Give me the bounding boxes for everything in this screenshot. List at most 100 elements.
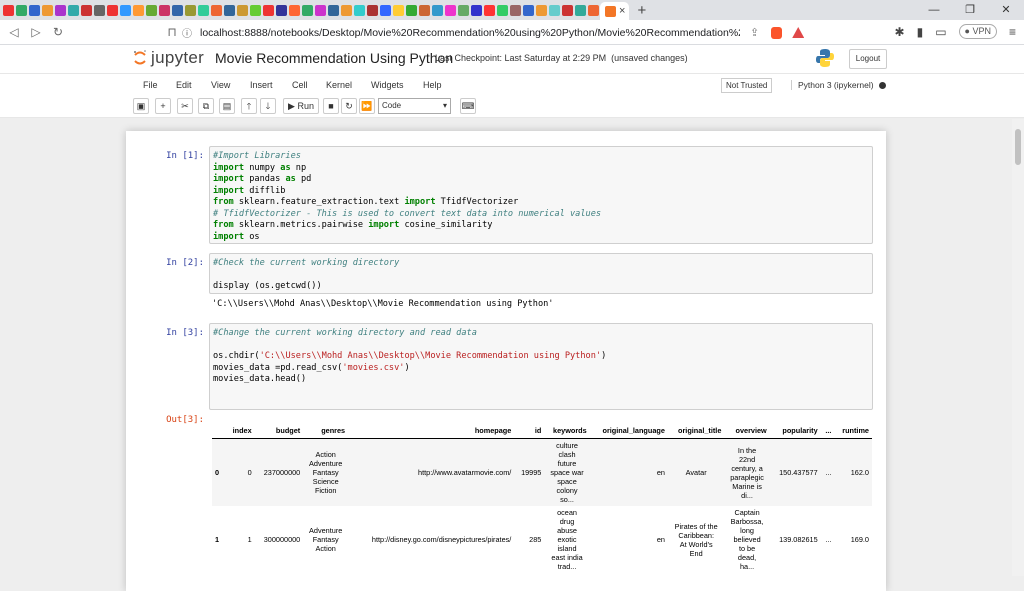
scrollbar-thumb[interactable] xyxy=(1015,129,1021,165)
tab-close-icon[interactable]: × xyxy=(619,5,625,17)
minimize-button[interactable]: — xyxy=(916,0,952,20)
col-header: original_title xyxy=(667,423,725,439)
tab-favicon-icon[interactable] xyxy=(328,4,339,16)
cell-type-select[interactable]: Code ▾ xyxy=(378,98,451,114)
maximize-button[interactable]: ❐ xyxy=(952,0,988,20)
tab-favicon-icon[interactable] xyxy=(16,4,27,16)
restart-button[interactable]: ↻ xyxy=(341,98,357,114)
brave-rewards-icon[interactable] xyxy=(792,27,805,38)
tab-favicon-icon[interactable] xyxy=(523,4,534,16)
tab-favicon-icon[interactable] xyxy=(484,4,495,16)
tab-favicon-icon[interactable] xyxy=(471,4,482,16)
page-scrollbar[interactable] xyxy=(1012,119,1024,576)
menu-kernel[interactable]: Kernel xyxy=(326,80,352,90)
command-palette-button[interactable]: ⌨ xyxy=(460,98,476,114)
insert-cell-button[interactable]: + xyxy=(155,98,171,114)
tab-favicon-icon[interactable] xyxy=(276,4,287,16)
paste-button[interactable]: ▤ xyxy=(219,98,235,114)
tab-favicon-icon[interactable] xyxy=(302,4,313,16)
tab-favicon-icon[interactable] xyxy=(354,4,365,16)
tab-favicon-icon[interactable] xyxy=(237,4,248,16)
tab-favicon-icon[interactable] xyxy=(81,4,92,16)
tab-favicon-icon[interactable] xyxy=(458,4,469,16)
interrupt-button[interactable]: ■ xyxy=(323,98,339,114)
tab-favicon-icon[interactable] xyxy=(380,4,391,16)
menu-edit[interactable]: Edit xyxy=(176,80,192,90)
tab-favicon-icon[interactable] xyxy=(159,4,170,16)
table-cell: Pirates of the Caribbean: At World's End xyxy=(674,521,718,558)
table-cell: 162.0 xyxy=(834,438,872,506)
active-tab[interactable]: × xyxy=(600,2,630,20)
menu-file[interactable]: File xyxy=(143,80,158,90)
cut-button[interactable]: ✂ xyxy=(177,98,193,114)
tab-favicon-icon[interactable] xyxy=(198,4,209,16)
notebook-title[interactable]: Movie Recommendation Using Python xyxy=(215,50,453,66)
menu-cell[interactable]: Cell xyxy=(292,80,308,90)
tab-favicon-icon[interactable] xyxy=(341,4,352,16)
tab-favicon-icon[interactable] xyxy=(575,4,586,16)
tab-favicon-icon[interactable] xyxy=(107,4,118,16)
tab-favicon-icon[interactable] xyxy=(393,4,404,16)
close-window-button[interactable]: ✕ xyxy=(988,0,1024,20)
tab-favicon-icon[interactable] xyxy=(497,4,508,16)
tab-favicon-icon[interactable] xyxy=(588,4,599,16)
reload-icon[interactable]: ↻ xyxy=(50,25,66,39)
back-icon[interactable]: ◁ xyxy=(6,25,22,39)
brave-shield-icon[interactable] xyxy=(771,26,783,39)
menu-insert[interactable]: Insert xyxy=(250,80,273,90)
jupyter-logo[interactable]: jupyter xyxy=(133,48,204,68)
wallet-icon[interactable]: ▭ xyxy=(935,25,946,39)
move-down-button[interactable]: 🡓 xyxy=(260,98,276,114)
tab-favicon-icon[interactable] xyxy=(536,4,547,16)
tab-favicon-icon[interactable] xyxy=(146,4,157,16)
tab-favicon-icon[interactable] xyxy=(120,4,131,16)
tab-favicon-icon[interactable] xyxy=(549,4,560,16)
sidebar-icon[interactable]: ▮ xyxy=(917,25,924,39)
share-icon[interactable]: ⇪ xyxy=(750,26,759,39)
save-button[interactable]: ▣ xyxy=(133,98,149,114)
tab-favicon-icon[interactable] xyxy=(367,4,378,16)
run-button[interactable]: ▶ Run xyxy=(283,98,319,114)
tab-favicon-icon[interactable] xyxy=(211,4,222,16)
menu-help[interactable]: Help xyxy=(423,80,442,90)
tab-favicon-icon[interactable] xyxy=(68,4,79,16)
tab-favicon-icon[interactable] xyxy=(172,4,183,16)
url-field[interactable]: ⓘ localhost:8888/notebooks/Desktop/Movie… xyxy=(160,23,810,42)
tab-favicon-icon[interactable] xyxy=(250,4,261,16)
tab-favicon-icon[interactable] xyxy=(562,4,573,16)
code-cell-1[interactable]: #Import Libraries import numpy as np imp… xyxy=(209,146,873,244)
tab-favicon-icon[interactable] xyxy=(419,4,430,16)
tab-favicon-icon[interactable] xyxy=(3,4,14,16)
tab-favicon-icon[interactable] xyxy=(263,4,274,16)
logout-button[interactable]: Logout xyxy=(849,49,887,69)
tab-favicon-icon[interactable] xyxy=(510,4,521,16)
tab-favicon-icon[interactable] xyxy=(94,4,105,16)
tab-favicons[interactable] xyxy=(2,4,600,16)
not-trusted-badge[interactable]: Not Trusted xyxy=(721,78,773,93)
tab-favicon-icon[interactable] xyxy=(42,4,53,16)
new-tab-button[interactable]: + xyxy=(637,2,646,19)
code-cell-3[interactable]: #Change the current working directory an… xyxy=(209,323,873,410)
forward-icon[interactable]: ▷ xyxy=(28,25,44,39)
tab-favicon-icon[interactable] xyxy=(55,4,66,16)
tab-favicon-icon[interactable] xyxy=(224,4,235,16)
menu-view[interactable]: View xyxy=(211,80,230,90)
tab-favicon-icon[interactable] xyxy=(133,4,144,16)
tab-favicon-icon[interactable] xyxy=(315,4,326,16)
menu-icon[interactable]: ≡ xyxy=(1009,25,1016,39)
tab-favicon-icon[interactable] xyxy=(432,4,443,16)
tab-favicon-icon[interactable] xyxy=(289,4,300,16)
tab-favicon-icon[interactable] xyxy=(406,4,417,16)
copy-button[interactable]: ⧉ xyxy=(198,98,214,114)
tab-favicon-icon[interactable] xyxy=(445,4,456,16)
move-up-button[interactable]: 🡑 xyxy=(241,98,257,114)
tab-favicon-icon[interactable] xyxy=(185,4,196,16)
tab-favicon-icon[interactable] xyxy=(29,4,40,16)
extensions-icon[interactable]: ✱ xyxy=(895,25,905,39)
restart-run-all-button[interactable]: ⏩ xyxy=(359,98,375,114)
code-cell-2[interactable]: #Check the current working directory dis… xyxy=(209,253,873,294)
menu-widgets[interactable]: Widgets xyxy=(371,80,404,90)
site-info-icon[interactable]: ⓘ xyxy=(182,25,192,40)
table-cell: 150.437577 xyxy=(769,438,821,506)
vpn-button[interactable]: ● VPN xyxy=(958,24,997,39)
